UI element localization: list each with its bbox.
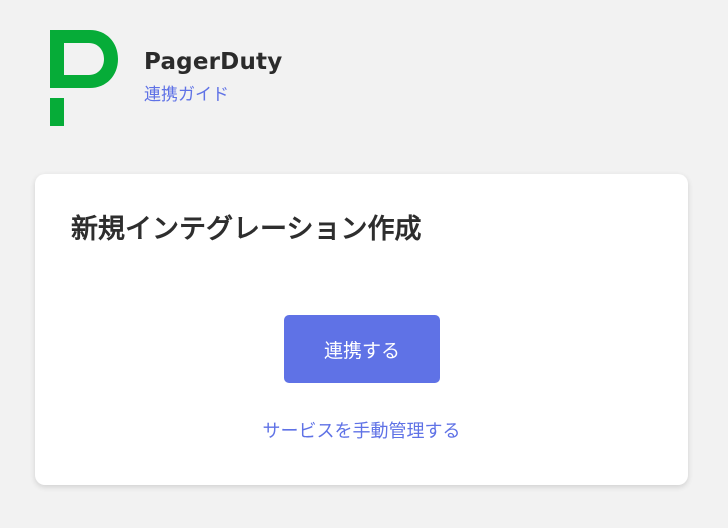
pagerduty-logo-icon [50,30,118,126]
create-integration-card: 新規インテグレーション作成 連携する サービスを手動管理する [35,174,688,485]
integration-guide-link[interactable]: 連携ガイド [144,84,229,106]
connect-button[interactable]: 連携する [284,315,440,383]
card-title: 新規インテグレーション作成 [71,214,422,245]
header: PagerDuty 連携ガイド [50,30,690,130]
manual-service-management-link[interactable]: サービスを手動管理する [35,420,688,444]
brand-name: PagerDuty [144,49,283,75]
